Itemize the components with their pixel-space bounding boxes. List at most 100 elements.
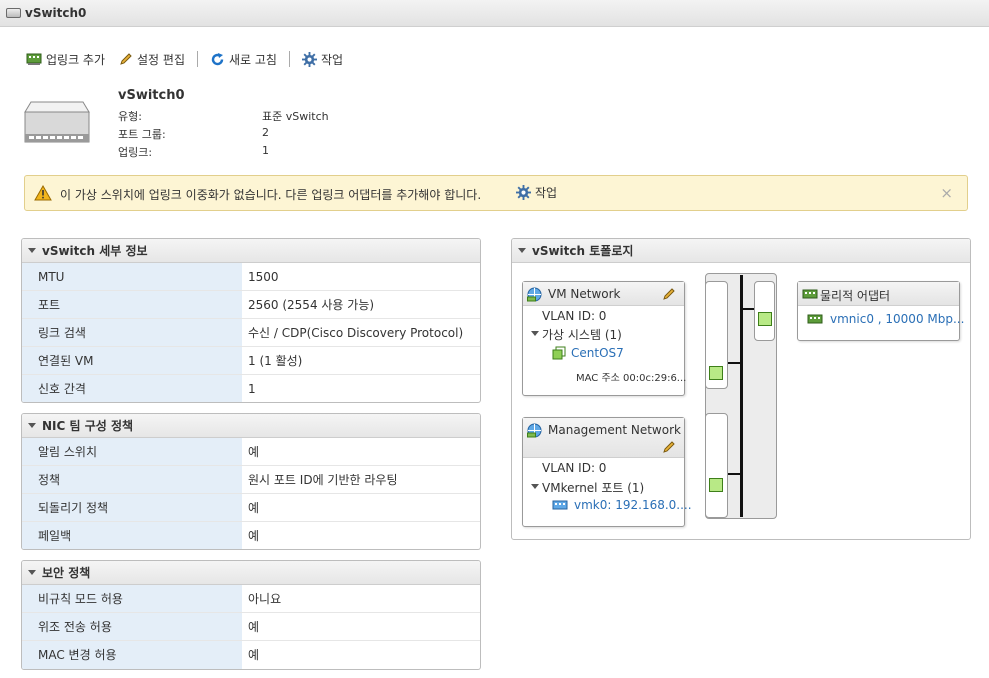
detail-row: 링크 검색 수신 / CDP(Cisco Discovery Protocol) bbox=[22, 319, 480, 347]
nic-teaming-header[interactable]: NIC 팀 구성 정책 bbox=[22, 414, 480, 438]
network-globe-icon bbox=[527, 287, 542, 302]
vm-network-port bbox=[709, 366, 723, 380]
warning-icon bbox=[34, 185, 52, 201]
vswitch-name: vSwitch0 bbox=[118, 88, 185, 103]
network-globe-icon bbox=[527, 423, 542, 438]
detail-key: 포트 bbox=[22, 291, 242, 318]
security-key: MAC 변경 허용 bbox=[22, 641, 242, 669]
pencil-icon[interactable] bbox=[662, 440, 676, 454]
security-row: MAC 변경 허용 예 bbox=[22, 641, 480, 669]
toolbar-separator bbox=[197, 51, 198, 67]
collapse-triangle-icon bbox=[518, 248, 526, 253]
nic-teaming-title: NIC 팀 구성 정책 bbox=[42, 419, 134, 433]
vswitch-topology-header[interactable]: vSwitch 토폴로지 bbox=[512, 239, 970, 263]
management-network-vlan: VLAN ID: 0 bbox=[542, 461, 607, 475]
physical-adapters-box[interactable]: 물리적 어댑터 vmnic0 , 10000 Mbp... bbox=[797, 281, 964, 341]
management-port bbox=[709, 478, 723, 492]
vmk0-link[interactable]: vmk0: 192.168.0.... bbox=[574, 498, 692, 512]
physical-adapters-header: 물리적 어댑터 bbox=[798, 282, 959, 306]
detail-row: 연결된 VM 1 (1 활성) bbox=[22, 347, 480, 375]
port-groups-label: 포트 그룹: bbox=[118, 128, 166, 141]
security-row: 위조 전송 허용 예 bbox=[22, 613, 480, 641]
edit-settings-label: 설정 편집 bbox=[137, 52, 185, 67]
type-label: 유형: bbox=[118, 110, 142, 123]
centos7-vm-link[interactable]: CentOS7 bbox=[571, 346, 624, 360]
detail-value: 1500 bbox=[248, 270, 279, 284]
warning-banner: 이 가상 스위치에 업링크 이중화가 없습니다. 다른 업링크 어댑터를 추가해… bbox=[24, 175, 968, 211]
teaming-value: 예 bbox=[248, 501, 260, 515]
actions-button[interactable]: 작업 bbox=[301, 51, 344, 68]
security-value: 예 bbox=[248, 620, 260, 634]
vswitch-backbone-line bbox=[740, 275, 743, 517]
type-value: 표준 vSwitch bbox=[262, 110, 329, 123]
vm-icon bbox=[552, 346, 566, 360]
refresh-button[interactable]: 새로 고침 bbox=[210, 51, 277, 68]
collapse-triangle-icon bbox=[28, 248, 36, 253]
vswitch-topology-title: vSwitch 토폴로지 bbox=[532, 244, 634, 258]
management-network-portgroup[interactable]: Management Network VLAN ID: 0 VMkernel 포… bbox=[522, 417, 692, 527]
toolbar-separator bbox=[288, 51, 290, 67]
detail-key: 링크 검색 bbox=[22, 319, 242, 346]
detail-value: 1 bbox=[248, 382, 256, 396]
detail-key: 연결된 VM bbox=[22, 347, 242, 374]
management-port-slot bbox=[705, 413, 728, 518]
vswitch-details-title: vSwitch 세부 정보 bbox=[42, 244, 148, 258]
uplink-link-line bbox=[742, 308, 754, 310]
vm-network-name: VM Network bbox=[548, 287, 621, 301]
vm-network-vm-group: 가상 시스템 (1) bbox=[542, 328, 622, 342]
security-key: 비규칙 모드 허용 bbox=[22, 585, 242, 612]
detail-row: 신호 간격 1 bbox=[22, 375, 480, 402]
detail-value: 1 (1 활성) bbox=[248, 354, 303, 368]
port-groups-value: 2 bbox=[262, 126, 269, 139]
add-uplink-label: 업링크 추가 bbox=[46, 52, 106, 67]
uplinks-label: 업링크: bbox=[118, 146, 153, 159]
gear-icon bbox=[516, 185, 531, 200]
expand-triangle-icon[interactable] bbox=[531, 484, 539, 489]
uplink-port bbox=[758, 312, 772, 326]
teaming-key: 페일백 bbox=[22, 522, 242, 549]
teaming-key: 알림 스위치 bbox=[22, 438, 242, 465]
actions-label: 작업 bbox=[320, 52, 344, 67]
refresh-label: 새로 고침 bbox=[229, 52, 277, 67]
uplinks-value: 1 bbox=[262, 144, 269, 157]
gear-icon bbox=[301, 51, 317, 67]
vm-network-link-line bbox=[728, 362, 742, 364]
teaming-key: 정책 bbox=[22, 466, 242, 493]
collapse-triangle-icon bbox=[28, 570, 36, 575]
close-icon[interactable]: × bbox=[940, 184, 953, 202]
vmnic0-link[interactable]: vmnic0 , 10000 Mbp... bbox=[830, 312, 964, 326]
security-row: 비규칙 모드 허용 아니요 bbox=[22, 585, 480, 613]
vswitch-topology-panel: vSwitch 토폴로지 VM Network VLAN ID: 0 가상 시스… bbox=[511, 238, 971, 540]
add-uplink-button[interactable]: 업링크 추가 bbox=[26, 51, 105, 68]
network-card-icon bbox=[802, 289, 818, 299]
expand-triangle-icon[interactable] bbox=[531, 331, 539, 336]
warning-text: 이 가상 스위치에 업링크 이중화가 없습니다. 다른 업링크 어댑터를 추가해… bbox=[60, 188, 482, 202]
pencil-icon bbox=[120, 53, 132, 65]
uplink-port-slot bbox=[754, 281, 775, 341]
physical-adapters-title: 물리적 어댑터 bbox=[820, 289, 891, 303]
security-key: 위조 전송 허용 bbox=[22, 613, 242, 640]
warning-actions-button[interactable]: 작업 bbox=[516, 184, 557, 201]
window-titlebar: vSwitch0 bbox=[0, 0, 989, 27]
collapse-triangle-icon bbox=[28, 423, 36, 428]
detail-key: MTU bbox=[22, 263, 242, 290]
security-policy-panel: 보안 정책 비규칙 모드 허용 아니요 위조 전송 허용 예 MAC 변경 허용 예 bbox=[21, 560, 481, 670]
warning-actions-label: 작업 bbox=[535, 186, 558, 200]
teaming-value: 예 bbox=[248, 445, 260, 459]
detail-value: 2560 (2554 사용 가능) bbox=[248, 298, 375, 312]
teaming-value: 예 bbox=[248, 529, 260, 543]
vswitch-details-header[interactable]: vSwitch 세부 정보 bbox=[22, 239, 480, 263]
security-value: 예 bbox=[248, 648, 260, 662]
vmkernel-port-group: VMkernel 포트 (1) bbox=[542, 481, 645, 495]
edit-settings-button[interactable]: 설정 편집 bbox=[119, 51, 185, 68]
vswitch-small-icon bbox=[6, 8, 21, 18]
detail-row: 포트 2560 (2554 사용 가능) bbox=[22, 291, 480, 319]
teaming-key: 되돌리기 정책 bbox=[22, 494, 242, 521]
teaming-row: 되돌리기 정책 예 bbox=[22, 494, 480, 522]
security-policy-header[interactable]: 보안 정책 bbox=[22, 561, 480, 585]
pencil-icon[interactable] bbox=[662, 287, 676, 301]
toolbar: 업링크 추가 설정 편집 새로 고침 작업 bbox=[26, 50, 343, 68]
vm-network-portgroup[interactable]: VM Network VLAN ID: 0 가상 시스템 (1) CentOS7… bbox=[522, 281, 686, 396]
detail-value: 수신 / CDP(Cisco Discovery Protocol) bbox=[248, 326, 464, 340]
network-card-add-icon bbox=[26, 53, 42, 65]
